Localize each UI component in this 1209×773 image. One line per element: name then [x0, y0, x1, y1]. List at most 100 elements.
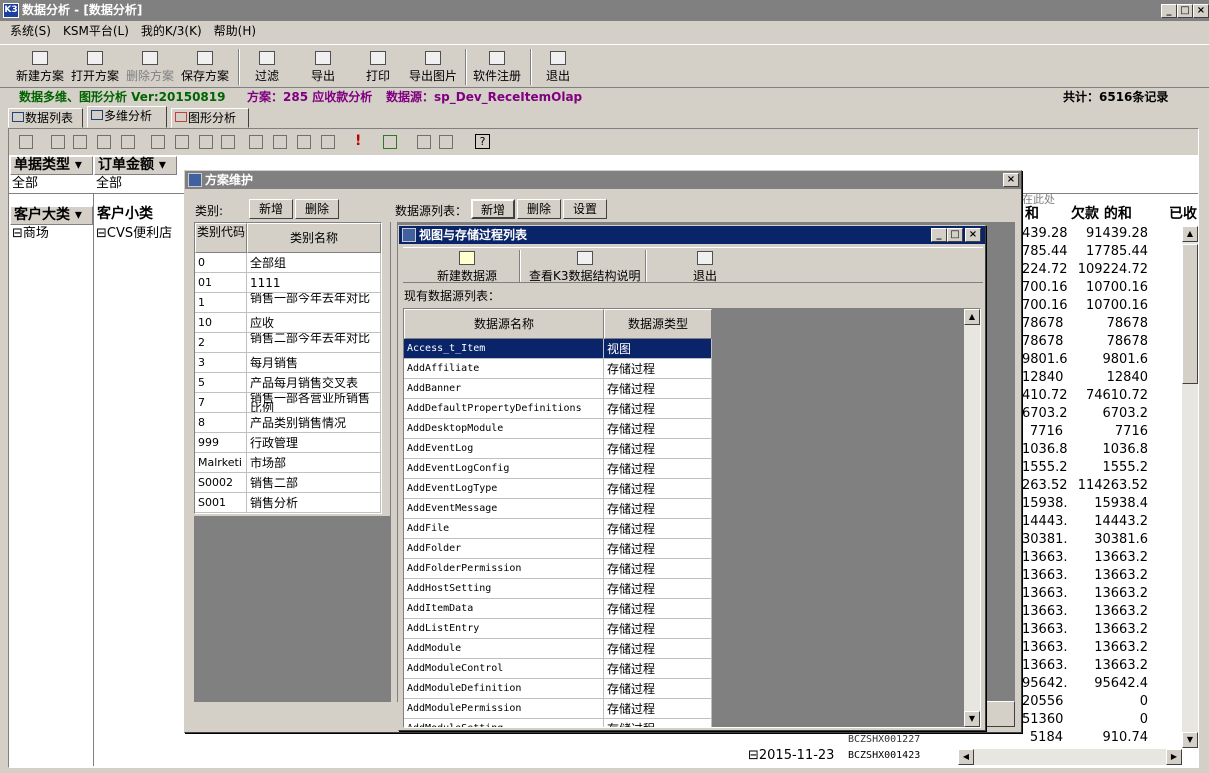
menu-help[interactable]: 帮助(H) — [208, 21, 262, 41]
category-row[interactable]: 8 产品类别销售情况 — [195, 413, 381, 433]
ds-row[interactable]: AddFile 存储过程 — [404, 519, 712, 539]
show-details-icon[interactable] — [321, 135, 335, 149]
delete-scheme-button[interactable]: 删除方案 — [126, 51, 174, 84]
percent-icon[interactable] — [221, 135, 235, 149]
tab-data-list[interactable]: 数据列表 — [8, 108, 83, 128]
pivot-cell[interactable]: 78678 — [1022, 315, 1068, 333]
pivot-cell[interactable]: 12840 — [1068, 369, 1168, 387]
ds-scroll-up[interactable]: ▲ — [964, 309, 980, 325]
hide-details-icon[interactable] — [297, 135, 311, 149]
export-excel-icon[interactable] — [439, 135, 453, 149]
pivot-cell[interactable]: 13663.2 — [1068, 639, 1168, 657]
pivot-cell[interactable]: 95642.4 — [1068, 675, 1168, 693]
category-row[interactable]: 01 1111 — [195, 273, 381, 293]
sort-desc-icon[interactable] — [73, 135, 87, 149]
ds-row[interactable]: AddEventMessage 存储过程 — [404, 499, 712, 519]
export-image-button[interactable]: 导出图片 — [409, 51, 457, 84]
view-dialog-exit-button[interactable]: 退出 — [693, 251, 717, 284]
row-value-major[interactable]: ⊟商场 — [12, 225, 49, 243]
ds-row[interactable]: AddModulePermission 存储过程 — [404, 699, 712, 719]
pivot-cell[interactable]: 14443.2 — [1022, 513, 1068, 531]
pivot-cell[interactable]: 5184 — [1022, 729, 1068, 747]
pivot-cell[interactable]: 13663.2 — [1068, 567, 1168, 585]
pivot-cell[interactable]: 17785.44 — [1068, 243, 1168, 261]
pivot-cell[interactable]: 30381.6 — [1068, 531, 1168, 549]
pivot-cell[interactable]: 0 — [1068, 711, 1168, 729]
pivot-cell[interactable]: 13663.2 — [1022, 639, 1068, 657]
pivot-cell[interactable]: 13663.2 — [1022, 567, 1068, 585]
pivot-cell[interactable]: 20556 — [1022, 693, 1068, 711]
autofilter-icon[interactable] — [97, 135, 111, 149]
ds-row[interactable]: AddHostSetting 存储过程 — [404, 579, 712, 599]
tab-chart[interactable]: 图形分析 — [171, 108, 249, 128]
pivot-cell[interactable]: 51360 — [1022, 711, 1068, 729]
pivot-cell[interactable]: 15938.4 — [1068, 495, 1168, 513]
scroll-left-button[interactable]: ◀ — [958, 749, 974, 765]
register-button[interactable]: 软件注册 — [473, 51, 521, 84]
ds-row[interactable]: Access_t_Item 视图 — [404, 339, 712, 359]
pivot-cell[interactable]: 91439.28 — [1068, 225, 1168, 243]
pivot-cell[interactable]: 13663.2 — [1068, 657, 1168, 675]
ds-row[interactable]: AddBanner 存储过程 — [404, 379, 712, 399]
ds-row[interactable]: AddFolder 存储过程 — [404, 539, 712, 559]
autosum-icon[interactable] — [151, 135, 165, 149]
export-button[interactable]: 导出 — [311, 51, 335, 84]
ds-add-button[interactable]: 新增 — [471, 199, 515, 219]
pivot-cell[interactable]: 12840 — [1022, 369, 1068, 387]
print-button[interactable]: 打印 — [366, 51, 390, 84]
category-row[interactable]: S0002 销售二部 — [195, 473, 381, 493]
scroll-down-button[interactable]: ▼ — [1182, 732, 1198, 748]
scheme-dialog-close-button[interactable]: × — [1003, 173, 1019, 187]
view-dialog-close[interactable]: × — [965, 228, 981, 242]
ds-row[interactable]: AddEventLogConfig 存储过程 — [404, 459, 712, 479]
pivot-cell[interactable]: 13663.2 — [1068, 585, 1168, 603]
pivot-cell[interactable]: 439.28 — [1022, 225, 1068, 243]
pivot-hscroll[interactable]: ◀ ▶ — [958, 749, 1182, 765]
category-row[interactable]: 3 每月销售 — [195, 353, 381, 373]
category-row[interactable]: 5 产品每月销售交叉表 — [195, 373, 381, 393]
scroll-right-button[interactable]: ▶ — [1166, 749, 1182, 765]
menu-ksm[interactable]: KSM平台(L) — [57, 21, 135, 41]
filter-order-amount[interactable]: 订单金额 ▾ — [94, 156, 177, 175]
ds-row[interactable]: AddFolderPermission 存储过程 — [404, 559, 712, 579]
subtotal-icon[interactable] — [175, 135, 189, 149]
category-row[interactable]: 2 销售二部今年去年对比 — [195, 333, 381, 353]
help-icon[interactable]: ? — [475, 134, 490, 149]
pivot-cell[interactable]: 700.16 — [1022, 279, 1068, 297]
pivot-cell[interactable]: 114263.52 — [1068, 477, 1168, 495]
ds-row[interactable]: AddItemData 存储过程 — [404, 599, 712, 619]
pivot-cell[interactable]: 74610.72 — [1068, 387, 1168, 405]
view-k3-structure-button[interactable]: 查看K3数据结构说明 — [529, 251, 641, 284]
pivot-cell[interactable]: 78678 — [1068, 333, 1168, 351]
category-row[interactable]: 7 销售一部各营业所销售比例 — [195, 393, 381, 413]
save-scheme-button[interactable]: 保存方案 — [181, 51, 229, 84]
new-ds-button[interactable]: 新建数据源 — [437, 251, 497, 284]
collapse-icon[interactable] — [249, 135, 263, 149]
copy-icon[interactable] — [19, 135, 33, 149]
pivot-cell[interactable]: 9801.6 — [1068, 351, 1168, 369]
category-row[interactable]: Malrketi 市场部 — [195, 453, 381, 473]
pivot-cell[interactable]: 78678 — [1068, 315, 1168, 333]
pivot-cell[interactable]: 30381.6 — [1022, 531, 1068, 549]
date-row[interactable]: ⊟2015-11-23 — [748, 747, 834, 765]
ds-vscroll[interactable]: ▲ ▼ — [964, 309, 980, 727]
scroll-up-button[interactable]: ▲ — [1182, 226, 1198, 242]
col-header-debt-sum[interactable]: 欠款 的和 — [1068, 206, 1164, 225]
ds-row[interactable]: AddAffiliate 存储过程 — [404, 359, 712, 379]
row-value-minor[interactable]: ⊟CVS便利店 — [96, 225, 172, 243]
pivot-cell[interactable]: 13663.2 — [1022, 549, 1068, 567]
menu-myk3[interactable]: 我的K/3(K) — [135, 21, 208, 41]
restore-button[interactable]: □ — [1177, 4, 1193, 18]
category-row[interactable]: 10 应收 — [195, 313, 381, 333]
pivot-cell[interactable]: 109224.72 — [1068, 261, 1168, 279]
ds-settings-button[interactable]: 设置 — [563, 199, 607, 219]
pivot-cell[interactable]: 410.72 — [1022, 387, 1068, 405]
exit-button[interactable]: 退出 — [546, 51, 570, 84]
ds-row[interactable]: AddDesktopModule 存储过程 — [404, 419, 712, 439]
category-add-button[interactable]: 新增 — [249, 199, 293, 219]
pivot-cell[interactable]: 6703.2 — [1022, 405, 1068, 423]
ds-row[interactable]: AddModule 存储过程 — [404, 639, 712, 659]
pivot-cell[interactable]: 15938.4 — [1022, 495, 1068, 513]
pivot-cell[interactable]: 224.72 — [1022, 261, 1068, 279]
col-header-sum[interactable]: 和 — [1022, 206, 1068, 225]
